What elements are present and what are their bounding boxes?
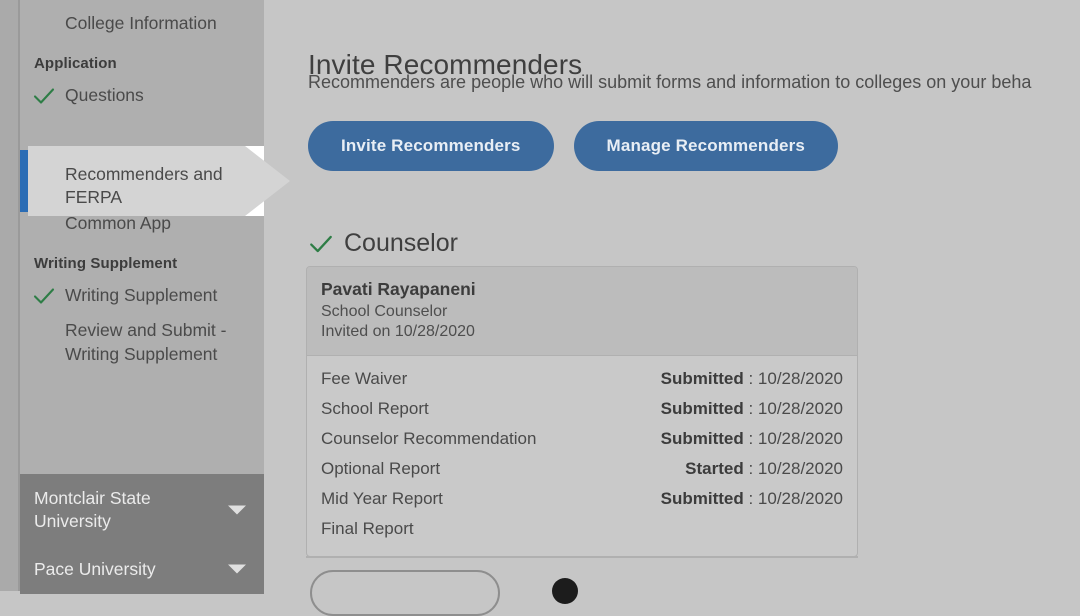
form-row: School Report Submitted : 10/28/2020 — [321, 394, 843, 424]
sidebar-item-label: Review and Submit - Writing Supplement — [65, 320, 227, 364]
university-name: Montclair State University — [34, 488, 151, 531]
action-button-row: Invite Recommenders Manage Recommenders — [308, 121, 838, 171]
university-name: Pace University — [34, 559, 156, 579]
sidebar-item-label: Writing Supplement — [65, 285, 218, 306]
form-date: 10/28/2020 — [757, 429, 843, 448]
form-name: Fee Waiver — [321, 369, 408, 388]
status-badge: Submitted — [660, 399, 744, 418]
form-date: 10/28/2020 — [757, 399, 843, 418]
form-name: Counselor Recommendation — [321, 429, 537, 448]
chevron-down-icon[interactable] — [228, 564, 246, 574]
status-badge: Submitted — [660, 369, 744, 388]
form-row: Optional Report Started : 10/28/2020 — [321, 454, 843, 484]
form-name: Final Report — [321, 519, 414, 538]
manage-recommenders-button[interactable]: Manage Recommenders — [573, 121, 838, 171]
check-icon — [310, 235, 332, 252]
form-date: 10/28/2020 — [757, 459, 843, 478]
form-name: Optional Report — [321, 459, 441, 478]
status-separator: : — [743, 399, 758, 418]
form-status: Submitted : 10/28/2020 — [661, 489, 843, 509]
sidebar-item-label: Questions — [65, 85, 144, 106]
status-separator: : — [743, 429, 758, 448]
form-row: Fee Waiver Submitted : 10/28/2020 — [321, 364, 843, 394]
form-name: Mid Year Report — [321, 489, 443, 508]
recommender-name: Pavati Rayapaneni — [321, 279, 476, 299]
cursor-dot-icon — [552, 578, 578, 604]
card-bottom-edge — [306, 556, 858, 558]
sidebar-section-label: Writing Supplement — [34, 255, 178, 273]
recommender-card: Pavati Rayapaneni School Counselor Invit… — [306, 266, 858, 557]
recommender-card-header: Pavati Rayapaneni School Counselor Invit… — [307, 267, 857, 356]
status-separator: : — [743, 459, 758, 478]
sidebar-item-label: College Information — [65, 13, 217, 33]
recommender-invited-date: Invited on 10/28/2020 — [321, 323, 475, 340]
chevron-down-icon[interactable] — [228, 505, 246, 515]
page-description: Recommenders are people who will submit … — [308, 72, 1032, 92]
sidebar-section-label: Application — [34, 55, 117, 73]
form-status: Started : 10/28/2020 — [685, 459, 843, 479]
sidebar-item-review-and-submit-writing-supplement[interactable]: Review and Submit - Writing Supplement — [20, 313, 264, 371]
recommender-role: School Counselor — [321, 303, 448, 320]
form-date: 10/28/2020 — [757, 369, 843, 388]
form-status: Submitted : 10/28/2020 — [661, 429, 843, 449]
check-icon — [33, 288, 55, 304]
form-row: Mid Year Report Submitted : 10/28/2020 — [321, 484, 843, 514]
sidebar-item-college-information[interactable]: College Information — [20, 0, 264, 41]
status-badge: Started — [685, 459, 744, 478]
status-separator: : — [743, 369, 758, 388]
form-row: Final Report — [321, 514, 843, 544]
form-status: Submitted : 10/28/2020 — [661, 369, 843, 389]
sidebar-item-questions[interactable]: Questions — [20, 78, 264, 113]
university-dropdown-1[interactable]: Montclair State University — [20, 474, 264, 546]
form-status: Submitted : 10/28/2020 — [661, 399, 843, 419]
counselor-section-header: Counselor — [308, 229, 458, 258]
active-item-accent-bar — [20, 150, 28, 212]
status-badge: Submitted — [660, 429, 744, 448]
status-separator: : — [743, 489, 758, 508]
invite-recommenders-button[interactable]: Invite Recommenders — [308, 121, 554, 171]
counselor-section-title: Counselor — [344, 229, 458, 257]
form-date: 10/28/2020 — [757, 489, 843, 508]
form-row: Counselor Recommendation Submitted : 10/2… — [321, 424, 843, 454]
form-name: School Report — [321, 399, 429, 418]
check-icon — [33, 88, 55, 104]
status-badge: Submitted — [660, 489, 744, 508]
sidebar: College Information Application Questions R… — [20, 0, 264, 594]
bottom-outline-button[interactable] — [310, 570, 500, 616]
university-dropdown-2[interactable]: Pace University — [20, 545, 264, 594]
sidebar-item-writing-supplement[interactable]: Writing Supplement — [20, 278, 264, 313]
window-left-edge — [0, 0, 18, 591]
recommender-forms-list: Fee Waiver Submitted : 10/28/2020 School R… — [307, 356, 857, 556]
sidebar-item-label-active: Recommenders and FERPA — [65, 164, 223, 208]
